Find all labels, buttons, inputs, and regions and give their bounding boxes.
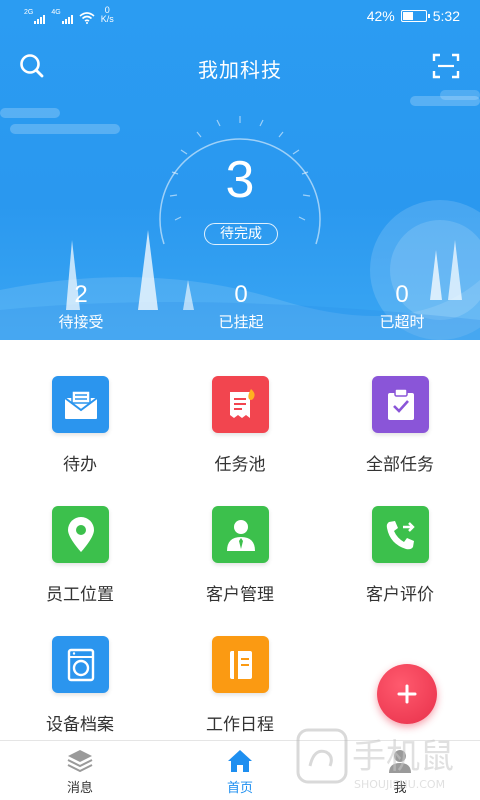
clipboard-check-icon [372, 376, 429, 433]
pending-count: 3 [225, 151, 255, 209]
location-pin-icon [52, 506, 109, 563]
add-button[interactable] [377, 664, 437, 724]
stat-label: 已挂起 [218, 314, 264, 331]
stat-to-accept[interactable]: 2 待接受 [11, 280, 151, 334]
pending-label[interactable]: 待完成 [204, 223, 278, 245]
stat-suspended[interactable]: 0 已挂起 [171, 280, 311, 334]
user-icon [389, 750, 411, 773]
bottom-nav: 消息 首页 我 [0, 740, 480, 800]
cloud-decoration [0, 108, 120, 134]
top-bar: 我加科技 [0, 44, 480, 88]
signal-2g-icon: 2G [24, 8, 46, 24]
status-bar: 2G 4G 0 K/s 42% 5:32 [0, 0, 480, 34]
grid-item-device-archive[interactable]: 设备档案 [0, 600, 160, 734]
layers-icon [67, 750, 93, 773]
signal-4g-icon: 4G [51, 8, 73, 24]
sim1-label: 2G [24, 9, 34, 16]
tab-home[interactable]: 首页 [160, 741, 320, 800]
clock: 5:32 [432, 8, 460, 24]
battery-icon [400, 10, 430, 22]
header-hero: 2G 4G 0 K/s 42% 5:32 我加科技 3 待完成 2 待接受 0 … [0, 0, 480, 340]
washing-machine-icon [52, 636, 109, 693]
page-title: 我加科技 [198, 60, 282, 82]
phone-transfer-icon [372, 506, 429, 563]
tab-messages[interactable]: 消息 [0, 741, 160, 800]
battery-percent: 42% [366, 8, 395, 24]
grid-item-all-tasks[interactable]: 全部任务 [320, 340, 480, 474]
home-icon [228, 750, 252, 772]
grid-item-customer-management[interactable]: 客户管理 [160, 470, 320, 604]
grid-item-task-pool[interactable]: 任务池 [160, 340, 320, 474]
wifi-icon [79, 12, 95, 24]
stat-label: 待接受 [58, 314, 104, 331]
cloud-decoration [410, 90, 480, 106]
stat-value: 0 [234, 281, 248, 308]
grid-item-work-schedule[interactable]: 工作日程 [160, 600, 320, 734]
tab-me[interactable]: 我 [320, 741, 480, 800]
grid-item-staff-location[interactable]: 员工位置 [0, 470, 160, 604]
scan-icon[interactable] [432, 52, 460, 80]
plus-icon [397, 684, 417, 704]
speed-unit: K/s [100, 14, 114, 24]
sim2-label: 4G [51, 9, 61, 16]
grid-item-label: 设备档案 [46, 715, 114, 734]
grid-item-customer-review[interactable]: 客户评价 [320, 470, 480, 604]
schedule-icon [212, 636, 269, 693]
tab-label: 我 [393, 780, 407, 795]
stat-value: 0 [395, 281, 409, 308]
stat-overdue[interactable]: 0 已超时 [332, 280, 472, 334]
mail-icon [52, 376, 109, 433]
tab-label: 首页 [226, 780, 253, 795]
grid-item-label: 客户评价 [366, 585, 434, 604]
task-pool-icon [212, 376, 269, 433]
grid-item-label: 工作日程 [206, 715, 274, 734]
stat-value: 2 [74, 281, 88, 308]
stat-label: 已超时 [379, 314, 425, 331]
grid-item-todo[interactable]: 待办 [0, 340, 160, 474]
customer-icon [212, 506, 269, 563]
network-speed: 0 K/s [101, 6, 114, 24]
tab-label: 消息 [66, 780, 93, 795]
